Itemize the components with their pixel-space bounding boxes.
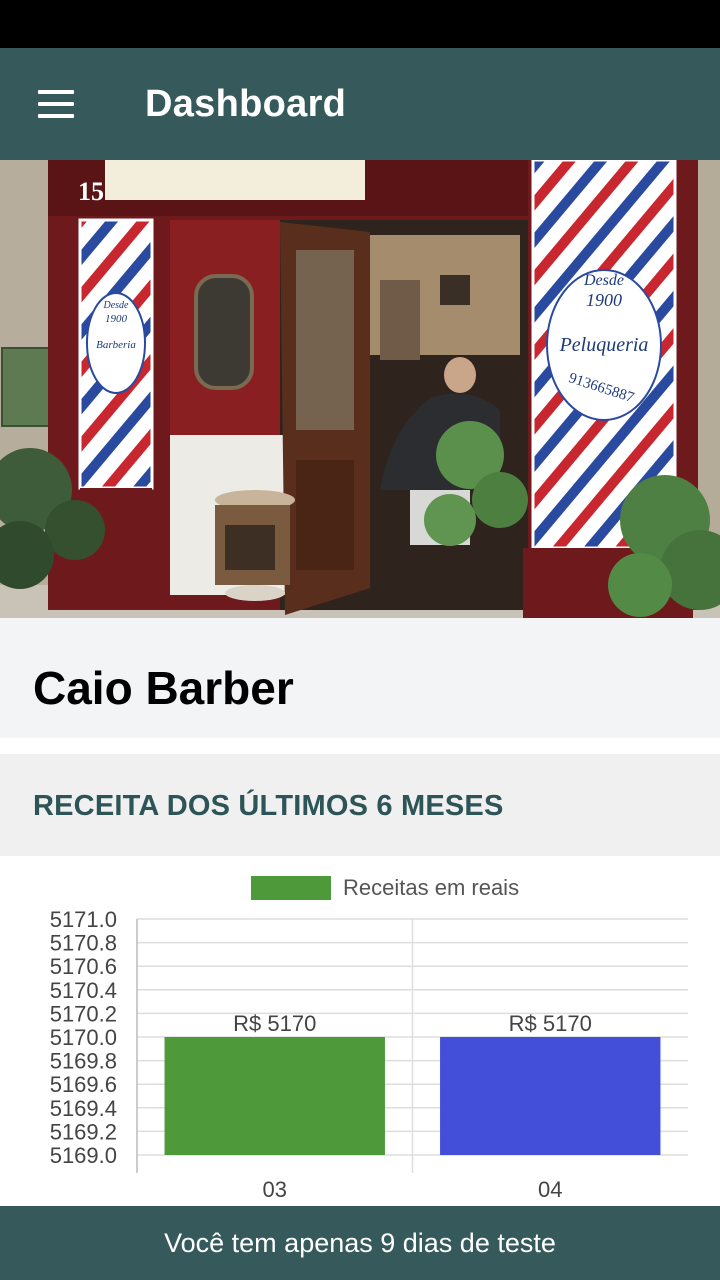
y-tick-label: 5171.0 bbox=[50, 907, 117, 932]
y-tick-label: 5169.6 bbox=[50, 1072, 117, 1097]
trial-banner[interactable]: Você tem apenas 9 dias de teste bbox=[0, 1206, 720, 1280]
y-tick-label: 5170.6 bbox=[50, 954, 117, 979]
x-tick-label: 03 bbox=[263, 1177, 287, 1202]
trial-banner-text: Você tem apenas 9 dias de teste bbox=[164, 1228, 556, 1258]
right-panel-line-2: 1900 bbox=[586, 290, 622, 310]
legend-swatch bbox=[251, 876, 331, 900]
shop-card: Caio Barber bbox=[0, 618, 720, 738]
right-panel-line-3: Peluqueria bbox=[559, 334, 649, 356]
y-tick-label: 5169.8 bbox=[50, 1049, 117, 1074]
left-panel-line-3: Barberia bbox=[96, 339, 136, 351]
revenue-chart: Receitas em reais 5171.0 5170.8 5170.6 5170.… bbox=[0, 856, 720, 1206]
bar-value-label: R$ 5170 bbox=[509, 1011, 592, 1036]
bar-value-label: R$ 5170 bbox=[233, 1011, 316, 1036]
right-panel-line-1: Desde bbox=[583, 272, 624, 289]
section-divider bbox=[0, 738, 720, 754]
y-tick-label: 5169.2 bbox=[50, 1119, 117, 1144]
bar-03 bbox=[164, 1037, 385, 1155]
left-panel-line-1: Desde bbox=[103, 300, 130, 311]
page-title: Dashboard bbox=[145, 83, 347, 125]
left-panel-line-2: 1900 bbox=[105, 313, 128, 325]
legend-label: Receitas em reais bbox=[343, 875, 519, 900]
y-tick-label: 5170.0 bbox=[50, 1025, 117, 1050]
revenue-section-title: RECEITA DOS ÚLTIMOS 6 MESES bbox=[33, 790, 504, 822]
app-bar: Dashboard bbox=[0, 48, 720, 160]
shop-number-sign: 15 bbox=[78, 177, 104, 206]
revenue-chart-svg: Receitas em reais5171.05170.85170.65170.… bbox=[50, 875, 688, 1202]
status-bar bbox=[0, 0, 720, 48]
hamburger-menu-icon[interactable] bbox=[24, 80, 88, 128]
bar-04 bbox=[440, 1037, 661, 1155]
y-tick-label: 5169.4 bbox=[50, 1096, 117, 1121]
x-tick-label: 04 bbox=[538, 1177, 562, 1202]
y-tick-label: 5170.4 bbox=[50, 978, 117, 1003]
y-tick-label: 5170.8 bbox=[50, 931, 117, 956]
y-tick-label: 5170.2 bbox=[50, 1001, 117, 1026]
shop-name: Caio Barber bbox=[33, 662, 294, 714]
revenue-section-header: RECEITA DOS ÚLTIMOS 6 MESES bbox=[0, 754, 720, 856]
y-tick-label: 5169.0 bbox=[50, 1143, 117, 1168]
barbershop-photo: 15 Desde 1900 Barberia Desde 1900 Peluqu… bbox=[0, 160, 720, 618]
